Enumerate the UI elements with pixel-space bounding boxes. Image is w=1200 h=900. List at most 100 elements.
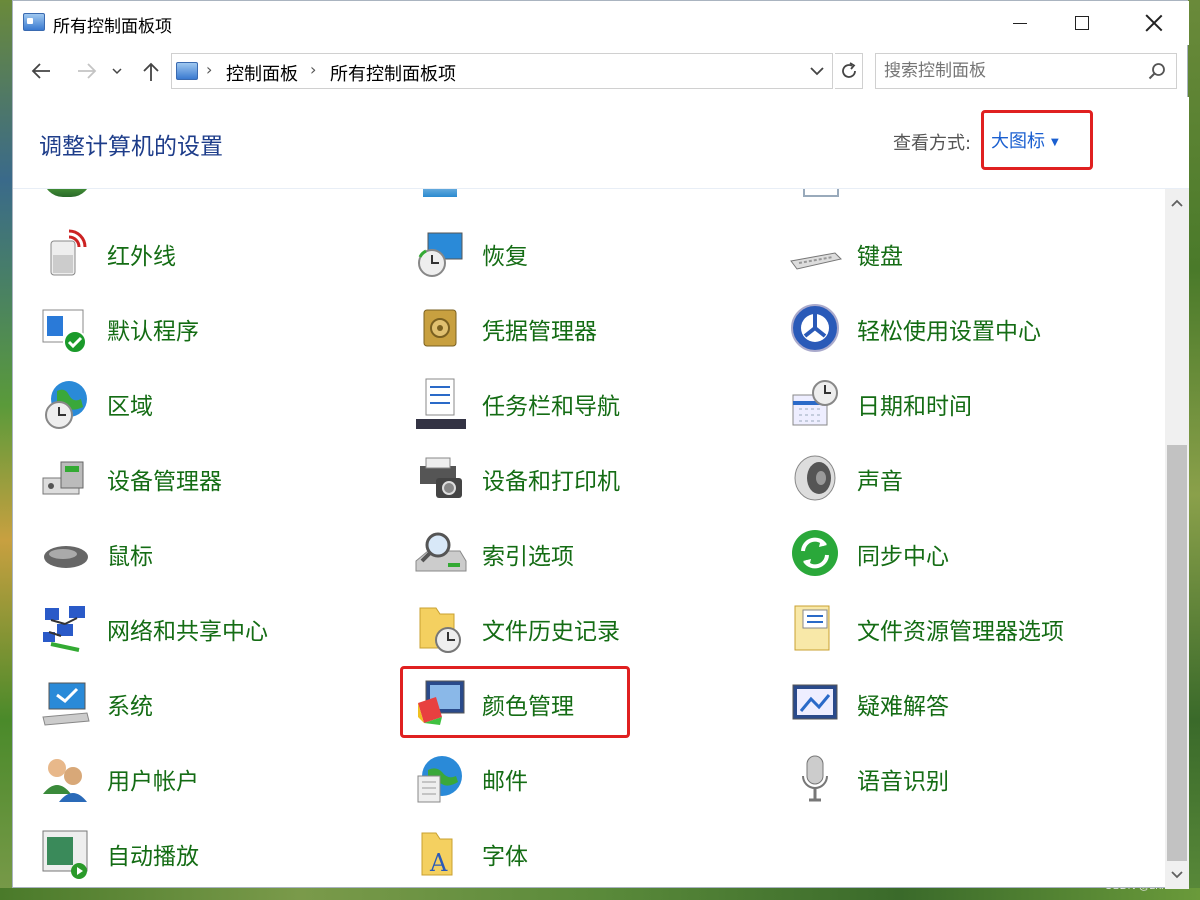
item-sync-center[interactable]: 同步中心 [789, 524, 949, 584]
item-network-sharing[interactable]: 网络和共享中心 [39, 599, 268, 659]
address-bar[interactable]: › 控制面板 › 所有控制面板项 [171, 53, 833, 89]
item-recovery[interactable]: 恢复 [414, 224, 528, 284]
partial-item-icon [43, 189, 91, 197]
item-mail[interactable]: 邮件 [414, 749, 528, 809]
view-by-value: 大图标 [991, 131, 1045, 152]
minimize-button[interactable] [989, 1, 1051, 45]
item-label: 红外线 [107, 244, 176, 270]
taskbar-icon [414, 377, 468, 431]
item-label: 凭据管理器 [482, 319, 597, 345]
item-system[interactable]: 系统 [39, 674, 153, 734]
maximize-button[interactable] [1051, 1, 1113, 45]
vertical-scrollbar[interactable] [1165, 189, 1189, 889]
item-autoplay[interactable]: 自动播放 [39, 824, 199, 884]
item-troubleshooting[interactable]: 疑难解答 [789, 674, 949, 734]
scrollbar-thumb[interactable] [1167, 445, 1187, 861]
item-credential-manager[interactable]: 凭据管理器 [414, 299, 597, 359]
item-keyboard[interactable]: 键盘 [789, 224, 903, 284]
partial-item-icon [803, 189, 839, 197]
recent-locations-button[interactable] [109, 57, 125, 85]
search-icon[interactable] [1148, 62, 1166, 80]
item-label: 区域 [107, 394, 153, 420]
item-default-programs[interactable]: 默认程序 [39, 299, 199, 359]
item-label: 文件历史记录 [482, 619, 620, 645]
troubleshooting-icon [789, 677, 843, 731]
view-by-label: 查看方式: [893, 133, 972, 154]
item-label: 设备和打印机 [482, 469, 620, 495]
item-taskbar-navigation[interactable]: 任务栏和导航 [414, 374, 620, 434]
refresh-icon [841, 62, 856, 78]
item-label: 自动播放 [107, 844, 199, 870]
caret-down-icon: ▼ [1051, 136, 1059, 148]
item-color-management[interactable]: 颜色管理 [414, 674, 574, 734]
svg-text:A: A [429, 849, 448, 877]
scroll-down-button[interactable] [1165, 863, 1189, 887]
device-manager-icon [39, 452, 93, 506]
item-ease-of-access[interactable]: 轻松使用设置中心 [789, 299, 1041, 359]
breadcrumb-control-panel[interactable]: 控制面板 [226, 60, 298, 86]
breadcrumb-all-items[interactable]: 所有控制面板项 [330, 60, 456, 86]
color-management-icon [414, 677, 468, 731]
item-label: 轻松使用设置中心 [857, 319, 1041, 345]
chevron-up-icon [1171, 199, 1183, 207]
refresh-button[interactable] [835, 53, 863, 89]
item-label: 默认程序 [107, 319, 199, 345]
item-date-time[interactable]: 日期和时间 [789, 374, 972, 434]
item-file-history[interactable]: 文件历史记录 [414, 599, 620, 659]
file-history-icon [414, 602, 468, 656]
item-label: 设备管理器 [107, 469, 222, 495]
minimize-icon [1013, 22, 1027, 24]
sync-center-icon [789, 527, 843, 581]
item-label: 声音 [857, 469, 903, 495]
close-button[interactable] [1123, 1, 1185, 45]
breadcrumb-separator-icon: › [206, 60, 213, 79]
item-devices-printers[interactable]: 设备和打印机 [414, 449, 620, 509]
speech-recognition-icon [789, 752, 843, 806]
forward-button[interactable] [73, 57, 101, 85]
scroll-up-button[interactable] [1165, 191, 1189, 215]
fonts-icon: A [414, 827, 468, 881]
item-fonts[interactable]: A 字体 [414, 824, 528, 884]
chevron-down-icon [810, 67, 824, 76]
item-indexing-options[interactable]: 索引选项 [414, 524, 574, 584]
breadcrumb-separator-icon: › [310, 60, 317, 79]
control-panel-icon [23, 13, 45, 31]
item-mouse[interactable]: 鼠标 [39, 524, 153, 584]
item-user-accounts[interactable]: 用户帐户 [39, 749, 199, 809]
search-box [875, 53, 1177, 89]
maximize-icon [1075, 16, 1089, 30]
navigation-bar: › 控制面板 › 所有控制面板项 [13, 49, 1189, 93]
date-time-icon [789, 377, 843, 431]
address-dropdown-button[interactable] [804, 58, 830, 84]
system-icon [39, 677, 93, 731]
item-label: 鼠标 [107, 544, 153, 570]
item-label: 语音识别 [857, 769, 949, 795]
item-infrared[interactable]: 红外线 [39, 224, 176, 284]
item-label: 日期和时间 [857, 394, 972, 420]
view-by-dropdown[interactable]: 大图标 ▼ [991, 127, 1059, 153]
search-input[interactable] [884, 59, 1134, 83]
up-button[interactable] [137, 57, 165, 85]
devices-printers-icon [414, 452, 468, 506]
items-grid: 红外线 默认程序 区域 设备管理器 鼠标 网络和共享中心 系统 用户帐户 自动播… [13, 189, 1165, 889]
default-programs-icon [39, 302, 93, 356]
item-sound[interactable]: 声音 [789, 449, 903, 509]
partial-item-icon [423, 189, 457, 197]
item-label: 网络和共享中心 [107, 619, 268, 645]
credential-manager-icon [414, 302, 468, 356]
user-accounts-icon [39, 752, 93, 806]
arrow-right-icon [78, 63, 97, 79]
item-label: 文件资源管理器选项 [857, 619, 1064, 645]
item-speech-recognition[interactable]: 语音识别 [789, 749, 949, 809]
keyboard-icon [789, 227, 843, 281]
autoplay-icon [39, 827, 93, 881]
item-file-explorer-options[interactable]: 文件资源管理器选项 [789, 599, 1064, 659]
back-button[interactable] [27, 57, 55, 85]
sound-icon [789, 452, 843, 506]
item-region[interactable]: 区域 [39, 374, 153, 434]
item-device-manager[interactable]: 设备管理器 [39, 449, 222, 509]
page-header: 调整计算机的设置 查看方式: 大图标 ▼ [13, 97, 1189, 189]
partially-visible-row [13, 189, 1165, 197]
page-title: 调整计算机的设置 [39, 134, 223, 160]
close-icon [1145, 14, 1163, 32]
